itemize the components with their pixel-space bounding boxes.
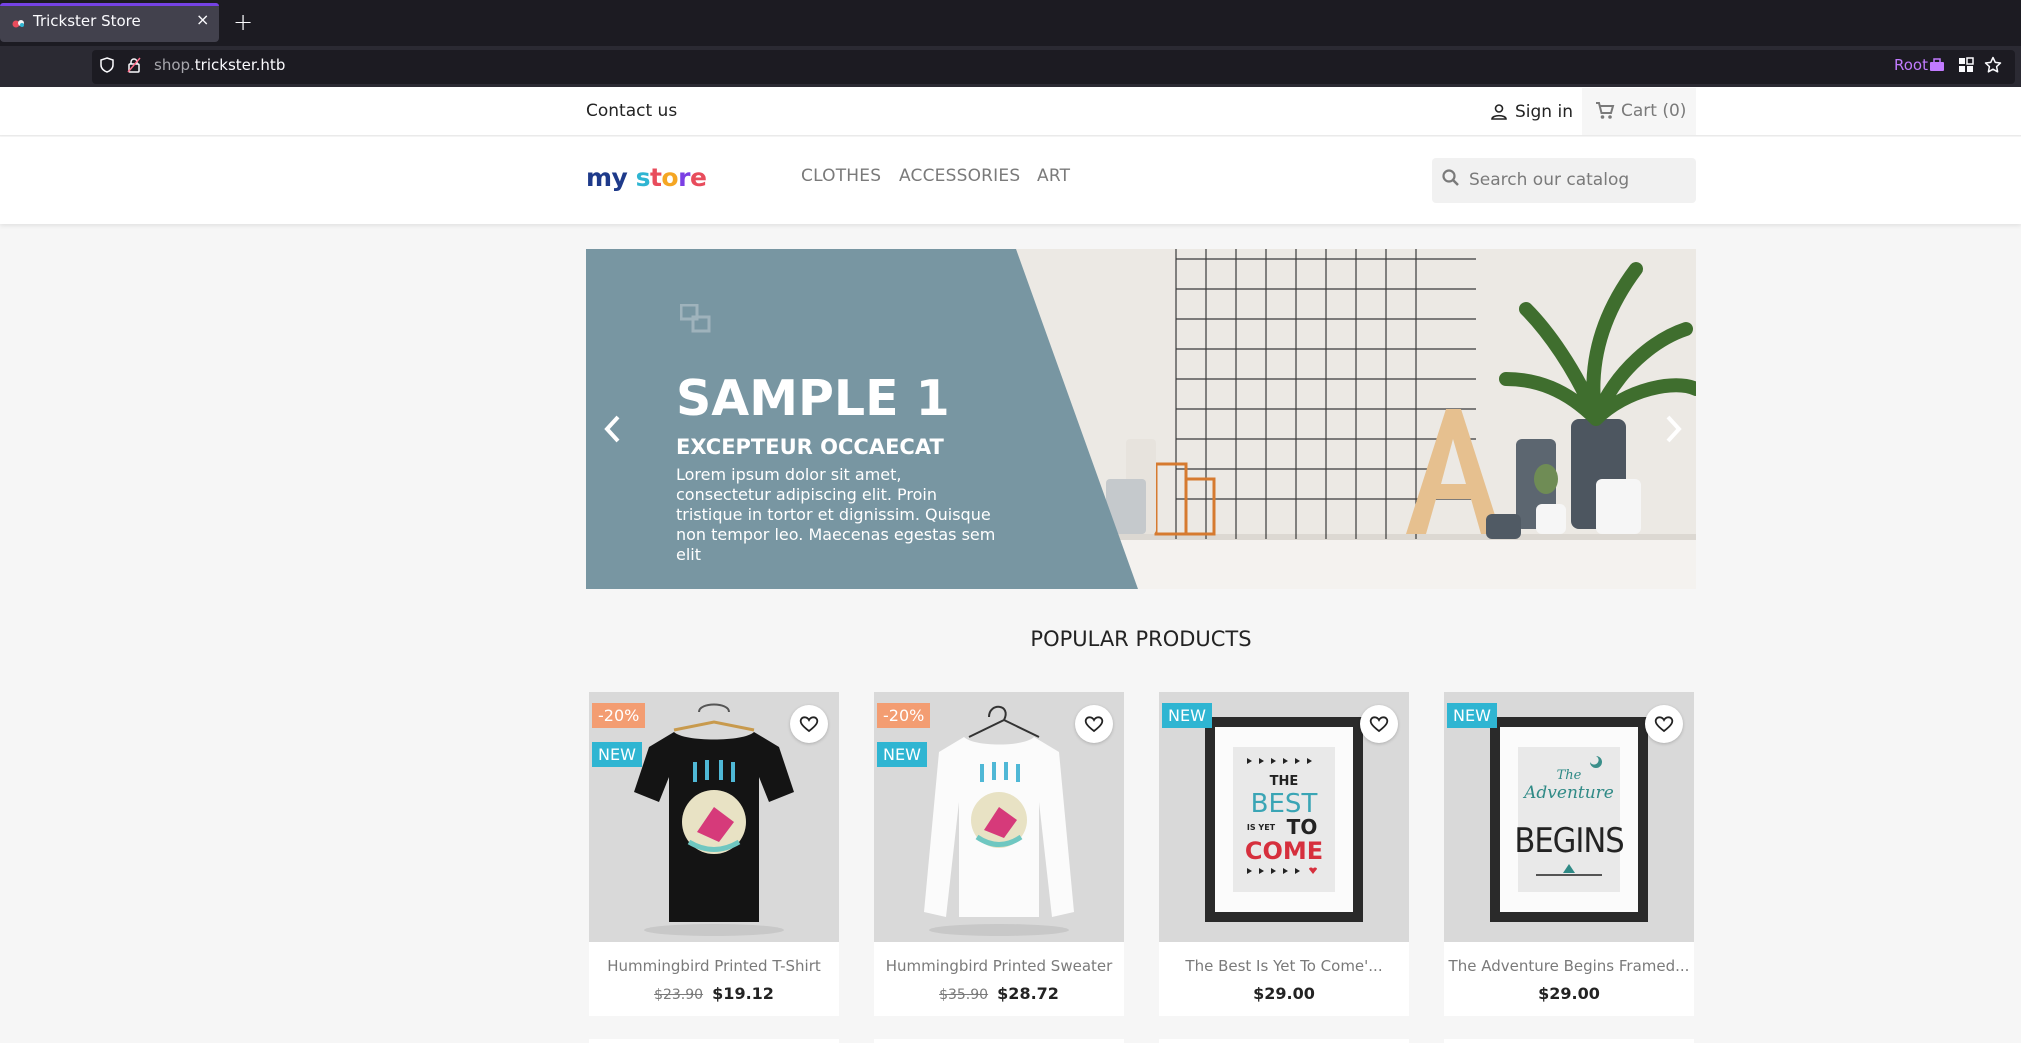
heart-icon xyxy=(1084,716,1104,733)
sale-price: $19.12 xyxy=(712,984,774,1003)
product-card-next-row xyxy=(1444,1039,1694,1043)
root-container-label[interactable]: Root xyxy=(1894,56,1928,74)
product-name[interactable]: The Adventure Begins Framed... xyxy=(1444,957,1694,975)
close-tab-icon[interactable]: × xyxy=(196,10,209,29)
menu-accessories[interactable]: ACCESSORIES xyxy=(899,166,1020,186)
extensions-grid-icon[interactable] xyxy=(1958,57,1974,73)
new-badge: NEW xyxy=(1162,703,1212,728)
poster-word: Adventure xyxy=(1522,783,1614,803)
product-card-next-row xyxy=(1159,1039,1409,1043)
product-name[interactable]: Hummingbird Printed T-Shirt xyxy=(589,957,839,975)
wishlist-button[interactable] xyxy=(790,705,828,743)
product-name[interactable]: The Best Is Yet To Come'... xyxy=(1159,957,1409,975)
new-badge: NEW xyxy=(877,742,927,767)
product-image[interactable]: The Adventure BEGINS NEW xyxy=(1444,692,1694,942)
wishlist-button[interactable] xyxy=(1645,705,1683,743)
product-card[interactable]: -20% NEW Hummingbird Printed Sweater $35… xyxy=(874,692,1124,1016)
cart-label[interactable]: Cart (0) xyxy=(1621,101,1686,121)
user-icon[interactable] xyxy=(1490,103,1508,121)
discount-badge: -20% xyxy=(877,703,931,728)
product-image[interactable]: THE BEST IS YET TO COME NEW xyxy=(1159,692,1409,942)
poster-word: IS YET xyxy=(1247,823,1276,832)
new-badge: NEW xyxy=(592,742,642,767)
poster-word: COME xyxy=(1245,837,1323,865)
heart-icon xyxy=(1369,716,1389,733)
wishlist-button[interactable] xyxy=(1360,705,1398,743)
product-card[interactable]: -20% NEW Hummingbird Printed T-Shirt $23… xyxy=(589,692,839,1016)
favicon-icon xyxy=(12,20,24,28)
heart-icon xyxy=(799,716,819,733)
shield-icon[interactable] xyxy=(100,57,114,73)
regular-price: $23.90 xyxy=(654,987,704,1003)
tab-active-indicator xyxy=(0,3,219,6)
address-bar[interactable] xyxy=(92,50,2015,84)
wishlist-button[interactable] xyxy=(1075,705,1113,743)
chevron-left-icon[interactable] xyxy=(600,412,624,446)
product-name[interactable]: Hummingbird Printed Sweater xyxy=(874,957,1124,975)
new-badge: NEW xyxy=(1447,703,1497,728)
price: $29.00 xyxy=(1253,984,1315,1003)
briefcase-icon xyxy=(1930,58,1944,71)
poster-word: BEGINS xyxy=(1514,821,1623,861)
product-card-next-row xyxy=(874,1039,1124,1043)
search-icon[interactable] xyxy=(1441,168,1461,188)
sale-price: $28.72 xyxy=(997,984,1059,1003)
store-top-nav xyxy=(0,87,2021,136)
lock-icon[interactable] xyxy=(127,57,141,73)
chevron-right-icon[interactable] xyxy=(1662,412,1686,446)
url-text[interactable]: shop.trickster.htb xyxy=(154,56,285,74)
browser-toolbar xyxy=(0,46,2021,87)
poster-word: TO xyxy=(1287,815,1318,839)
new-tab-button[interactable]: + xyxy=(233,8,253,36)
hero-subtitle: EXCEPTEUR OCCAECAT xyxy=(676,435,944,459)
menu-art[interactable]: ART xyxy=(1037,166,1070,186)
hero-description: Lorem ipsum dolor sit amet, consectetur … xyxy=(676,465,996,564)
regular-price: $35.90 xyxy=(939,987,989,1003)
product-image[interactable]: -20% NEW xyxy=(589,692,839,942)
sign-in-link[interactable]: Sign in xyxy=(1515,102,1573,122)
cart-icon[interactable] xyxy=(1595,101,1615,121)
product-card-next-row xyxy=(589,1039,839,1043)
product-card[interactable]: THE BEST IS YET TO COME NEW The Best Is … xyxy=(1159,692,1409,1016)
search-input[interactable] xyxy=(1469,160,1689,200)
product-price: $23.90 $19.12 xyxy=(589,984,839,1003)
overlapping-squares-icon xyxy=(680,304,711,333)
discount-badge: -20% xyxy=(592,703,646,728)
browser-tab-bar: Trickster Store × + xyxy=(0,0,2021,46)
tab-title: Trickster Store xyxy=(33,12,141,30)
poster-word: THE xyxy=(1270,774,1299,789)
hero-title: SAMPLE 1 xyxy=(676,370,950,427)
bookmark-star-icon[interactable] xyxy=(1984,56,2002,74)
product-image[interactable]: -20% NEW xyxy=(874,692,1124,942)
product-card[interactable]: The Adventure BEGINS NEW The Adventure B… xyxy=(1444,692,1694,1016)
store-logo[interactable]: my store xyxy=(586,163,707,192)
popular-products-title: POPULAR PRODUCTS xyxy=(1030,627,1252,651)
product-price: $35.90 $28.72 xyxy=(874,984,1124,1003)
poster-word: The xyxy=(1557,768,1582,783)
product-price: $29.00 xyxy=(1444,984,1694,1003)
product-price: $29.00 xyxy=(1159,984,1409,1003)
price: $29.00 xyxy=(1538,984,1600,1003)
menu-clothes[interactable]: CLOTHES xyxy=(801,166,881,186)
contact-us-link[interactable]: Contact us xyxy=(586,101,677,121)
heart-icon xyxy=(1654,716,1674,733)
